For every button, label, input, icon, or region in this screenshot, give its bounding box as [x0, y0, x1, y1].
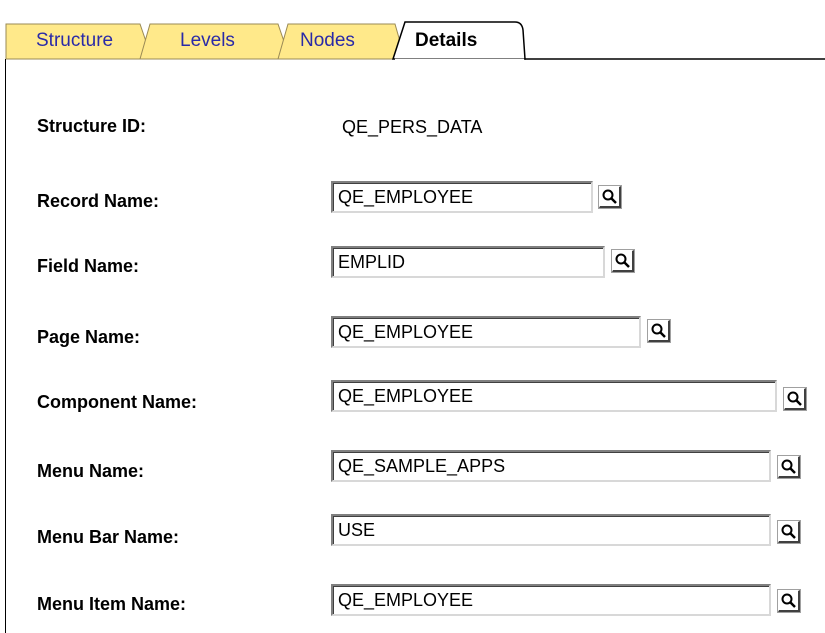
structure-id-value: QE_PERS_DATA	[342, 117, 483, 137]
magnifier-icon	[602, 189, 617, 204]
tab-levels-label: Levels	[180, 30, 235, 51]
menu-item-name-field[interactable]: QE_EMPLOYEE	[331, 584, 771, 616]
page-name-label: Page Name:	[37, 327, 141, 347]
details-page: Structure Levels Nodes Details Structure…	[0, 0, 825, 633]
record-name-field[interactable]: QE_EMPLOYEE	[331, 181, 593, 213]
menu-item-name-label: Menu Item Name:	[37, 594, 187, 614]
field-name-lookup-button[interactable]	[611, 249, 635, 273]
magnifier-icon	[781, 459, 796, 474]
page-name-lookup-button[interactable]	[647, 319, 671, 343]
component-name-lookup-button[interactable]	[783, 387, 807, 411]
page-name-field[interactable]: QE_EMPLOYEE	[331, 316, 641, 348]
magnifier-icon	[781, 524, 796, 539]
field-name-label: Field Name:	[37, 256, 140, 276]
magnifier-icon	[651, 323, 666, 338]
component-name-label: Component Name:	[37, 392, 198, 412]
menu-item-name-lookup-button[interactable]	[777, 589, 801, 613]
tab-strip: Structure Levels Nodes Details	[0, 0, 825, 70]
record-name-label: Record Name:	[37, 191, 160, 211]
tab-levels[interactable]: Levels	[150, 22, 280, 60]
tab-nodes-label: Nodes	[300, 30, 355, 51]
component-name-field[interactable]: QE_EMPLOYEE	[331, 380, 777, 412]
menu-bar-name-field[interactable]: USE	[331, 514, 771, 546]
magnifier-icon	[615, 253, 630, 268]
structure-id-label: Structure ID:	[37, 116, 147, 136]
record-name-lookup-button[interactable]	[598, 185, 622, 209]
magnifier-icon	[787, 391, 802, 406]
menu-bar-name-label: Menu Bar Name:	[37, 527, 180, 547]
content-frame-left-border	[5, 59, 6, 633]
menu-name-lookup-button[interactable]	[777, 455, 801, 479]
tab-details[interactable]: Details	[405, 22, 523, 60]
field-name-field[interactable]: EMPLID	[331, 246, 605, 278]
menu-bar-name-lookup-button[interactable]	[777, 520, 801, 544]
tab-structure-label: Structure	[36, 30, 114, 51]
tab-details-label: Details	[415, 30, 478, 51]
menu-name-label: Menu Name:	[37, 461, 145, 481]
tab-nodes[interactable]: Nodes	[290, 22, 400, 60]
menu-name-field[interactable]: QE_SAMPLE_APPS	[331, 450, 771, 482]
tab-structure[interactable]: Structure	[8, 22, 148, 60]
magnifier-icon	[781, 593, 796, 608]
